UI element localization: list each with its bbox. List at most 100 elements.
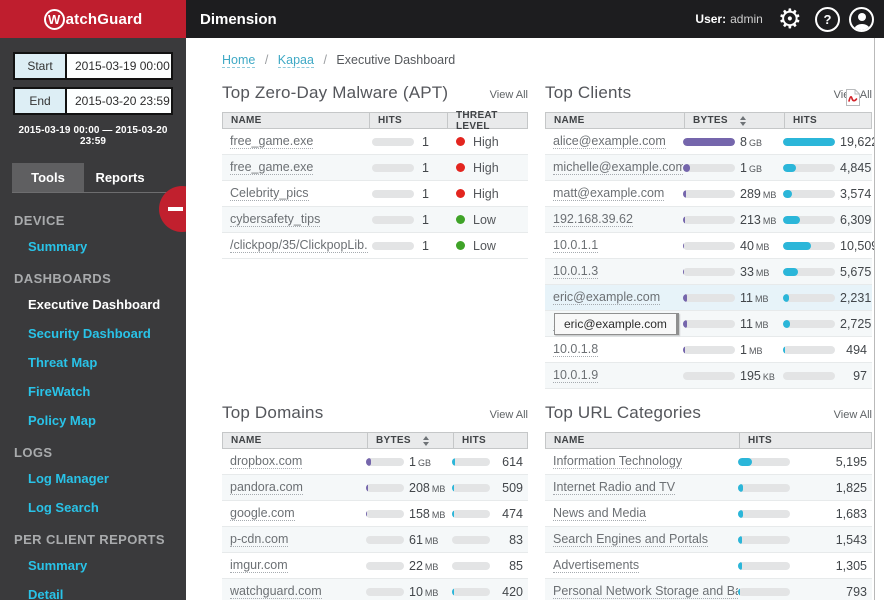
table-row[interactable]: 192.168.39.62213MB6,309 [545,207,872,233]
row-name-link[interactable]: matt@example.com [553,186,664,201]
sidebar-item-device-summary[interactable]: Summary [0,232,186,261]
row-name-link[interactable]: Internet Radio and TV [553,480,675,495]
table-row[interactable]: p-cdn.com61MB83 [222,527,528,553]
table-row[interactable]: google.com158MB474 [222,501,528,527]
sidebar-item-executive-dashboard[interactable]: Executive Dashboard [0,290,186,319]
column-header-hits[interactable]: HITS [739,433,871,448]
table-row[interactable]: Advertisements1,305 [545,553,872,579]
sidebar-item-log-manager[interactable]: Log Manager [0,464,186,493]
sort-icon [423,436,429,446]
view-all-link[interactable]: View All [490,89,528,101]
start-date-field[interactable]: Start 2015-03-19 00:00 [13,52,173,80]
table-row[interactable]: cybersafety_tips1Low [222,207,528,233]
row-name-link[interactable]: 10.0.1.9 [553,368,598,383]
column-header-name[interactable]: NAME [546,113,684,128]
sidebar-item-firewatch[interactable]: FireWatch [0,377,186,406]
column-header-hits[interactable]: HITS [453,433,527,448]
row-name-link[interactable]: News and Media [553,506,646,521]
table-row[interactable]: Internet Radio and TV1,825 [545,475,872,501]
row-name-link[interactable]: /clickpop/35/ClickpopLib.dll [230,238,368,253]
column-header-threat-level[interactable]: THREAT LEVEL [447,113,527,128]
sidebar-item-client-detail[interactable]: Detail [0,580,186,600]
hits-cell: 10,509 [783,233,870,258]
row-name-link[interactable]: Personal Network Storage and Backup [553,584,738,599]
table-row[interactable]: matt@example.com289MB3,574 [545,181,872,207]
row-name-link[interactable]: 10.0.1.3 [553,264,598,279]
table-row[interactable]: 10.0.1.140MB10,509 [545,233,872,259]
usage-bar [783,372,835,380]
watchguard-logo[interactable]: WatchGuard [0,0,186,38]
table-row[interactable]: News and Media1,683 [545,501,872,527]
table-row[interactable]: eric@example.com11MB2,231 [545,285,872,311]
row-name-link[interactable]: Search Engines and Portals [553,532,708,547]
row-name-link[interactable]: watchguard.com [230,584,322,599]
column-header-name[interactable]: NAME [223,433,367,448]
view-all-link[interactable]: View All [834,409,872,421]
table-row[interactable]: free_game.exe1High [222,129,528,155]
end-value[interactable]: 2015-03-20 23:59 [67,89,171,113]
table-row[interactable]: imgur.com22MB85 [222,553,528,579]
account-icon[interactable] [849,7,874,32]
table-row[interactable]: watchguard.com10MB420 [222,579,528,600]
hits-value: 5,675 [840,265,874,279]
column-header-bytes[interactable]: BYTES [367,433,453,448]
table-row[interactable]: 10.0.1.9195KB97 [545,363,872,389]
tab-reports[interactable]: Reports [84,163,156,192]
help-icon[interactable]: ? [815,7,840,32]
export-pdf-icon[interactable] [845,88,861,112]
column-header-hits[interactable]: HITS [369,113,447,128]
row-name-link[interactable]: google.com [230,506,295,521]
gear-icon[interactable]: ⚙ [778,6,802,33]
row-name-link[interactable]: free_game.exe [230,160,313,175]
table-row[interactable]: free_game.exe1High [222,155,528,181]
row-name-link[interactable]: Information Technology [553,454,682,469]
tab-tools[interactable]: Tools [12,163,84,192]
row-name-link[interactable]: pandora.com [230,480,303,495]
row-name-link[interactable]: alice@example.com [553,134,666,149]
breadcrumb-kapaa[interactable]: Kapaa [278,53,314,68]
row-name-link[interactable]: 192.168.39.62 [553,212,633,227]
table-row[interactable]: Personal Network Storage and Backup793 [545,579,872,600]
row-name-link[interactable]: Advertisements [553,558,639,573]
row-name-link[interactable]: michelle@example.com [553,160,683,175]
column-header-name[interactable]: NAME [223,113,369,128]
table-row[interactable]: alice@example.com8GB19,622 [545,129,872,155]
view-all-link[interactable]: View All [490,409,528,421]
column-header-bytes[interactable]: BYTES [684,113,784,128]
sidebar-item-client-summary[interactable]: Summary [0,551,186,580]
usage-bar [366,588,404,596]
breadcrumb-home[interactable]: Home [222,53,255,68]
table-row[interactable]: Information Technology5,195 [545,449,872,475]
table-row[interactable]: /clickpop/35/ClickpopLib.dll1Low [222,233,528,259]
table-row[interactable]: Search Engines and Portals1,543 [545,527,872,553]
column-header-name[interactable]: NAME [546,433,739,448]
breadcrumb-separator: / [265,53,268,67]
table-row[interactable]: 10.0.1.81MB494 [545,337,872,363]
sidebar-item-security-dashboard[interactable]: Security Dashboard [0,319,186,348]
row-name-link[interactable]: p-cdn.com [230,532,288,547]
table-row[interactable]: 10.0.1.333MB5,675 [545,259,872,285]
table-row[interactable]: michelle@example.com1GB4,845 [545,155,872,181]
row-name-link[interactable]: cybersafety_tips [230,212,320,227]
row-name-link[interactable]: free_game.exe [230,134,313,149]
row-name-link[interactable]: 10.0.1.1 [553,238,598,253]
usage-bar [683,190,735,198]
table-row[interactable]: pandora.com208MB509 [222,475,528,501]
table-row[interactable]: Celebrity_pics1High [222,181,528,207]
row-name-link[interactable]: dropbox.com [230,454,302,469]
row-name-link[interactable]: imgur.com [230,558,288,573]
table-row[interactable]: 1eric@example.com11MB2,725 [545,311,872,337]
usage-bar [783,138,835,146]
row-name-link[interactable]: eric@example.com [553,290,660,305]
sidebar-item-log-search[interactable]: Log Search [0,493,186,522]
hits-cell: 793 [738,579,870,600]
sidebar-item-threat-map[interactable]: Threat Map [0,348,186,377]
end-date-field[interactable]: End 2015-03-20 23:59 [13,87,173,115]
row-name-link[interactable]: 10.0.1.8 [553,342,598,357]
usage-bar [783,164,835,172]
table-row[interactable]: dropbox.com1GB614 [222,449,528,475]
column-header-hits[interactable]: HITS [784,113,871,128]
start-value[interactable]: 2015-03-19 00:00 [67,54,171,78]
row-name-link[interactable]: Celebrity_pics [230,186,309,201]
sidebar-item-policy-map[interactable]: Policy Map [0,406,186,435]
